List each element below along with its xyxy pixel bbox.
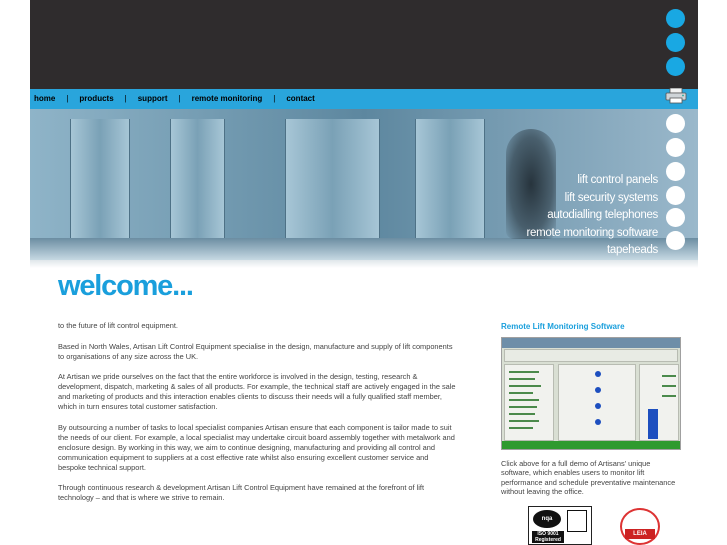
- sidebar-description: Click above for a full demo of Artisans'…: [501, 459, 676, 496]
- decorative-circle-icon: [666, 162, 685, 181]
- nav-separator: |: [178, 94, 181, 103]
- paragraph: At Artisan we pride ourselves on the fac…: [58, 372, 456, 411]
- service-item[interactable]: lift security systems: [526, 190, 659, 208]
- page-title: welcome...: [58, 270, 194, 302]
- paragraph: to the future of lift control equipment.: [58, 321, 178, 330]
- decorative-circle-icon: [666, 9, 685, 28]
- header-banner: [30, 0, 698, 89]
- nav-contact[interactable]: contact: [286, 94, 314, 103]
- sidebar-title[interactable]: Remote Lift Monitoring Software: [501, 322, 625, 331]
- decorative-circle-icon: [666, 231, 685, 250]
- nav-support[interactable]: support: [138, 94, 168, 103]
- service-item[interactable]: autodialling telephones: [526, 207, 658, 225]
- main-navigation: home | products | support | remote monit…: [30, 89, 698, 109]
- nav-home[interactable]: home: [34, 94, 55, 103]
- iso-9001-logo: nqa ISO 9001 Registered: [528, 506, 592, 545]
- paragraph: Based in North Wales, Artisan Lift Contr…: [58, 341, 453, 361]
- decorative-circle-icon: [666, 114, 685, 133]
- nav-separator: |: [124, 94, 127, 103]
- decorative-circle-icon: [666, 208, 685, 227]
- services-list: lift control panels lift security system…: [526, 172, 658, 260]
- nav-products[interactable]: products: [79, 94, 113, 103]
- software-screenshot-link[interactable]: [501, 337, 681, 450]
- printer-icon[interactable]: [665, 88, 687, 104]
- service-item[interactable]: remote monitoring software: [526, 225, 658, 243]
- nav-separator: |: [273, 94, 276, 103]
- ukas-crown-icon: [567, 510, 587, 532]
- decorative-circle-icon: [666, 138, 685, 157]
- nav-separator: |: [66, 94, 69, 103]
- paragraph: Through continuous research & developmen…: [58, 483, 425, 502]
- service-item[interactable]: lift control panels: [526, 172, 658, 190]
- nav-remote-monitoring[interactable]: remote monitoring: [192, 94, 263, 103]
- main-content: to the future of lift control equipment.…: [58, 321, 458, 514]
- hero-image-lifts: lift control panels lift security system…: [30, 109, 698, 260]
- paragraph: By outsourcing a number of tasks to loca…: [58, 422, 455, 472]
- leia-logo: LEIA: [620, 508, 660, 545]
- service-item[interactable]: tapeheads: [526, 242, 658, 260]
- decorative-circle-icon: [666, 186, 685, 205]
- decorative-circle-icon: [666, 57, 685, 76]
- divider: [30, 260, 698, 268]
- decorative-circle-icon: [666, 33, 685, 52]
